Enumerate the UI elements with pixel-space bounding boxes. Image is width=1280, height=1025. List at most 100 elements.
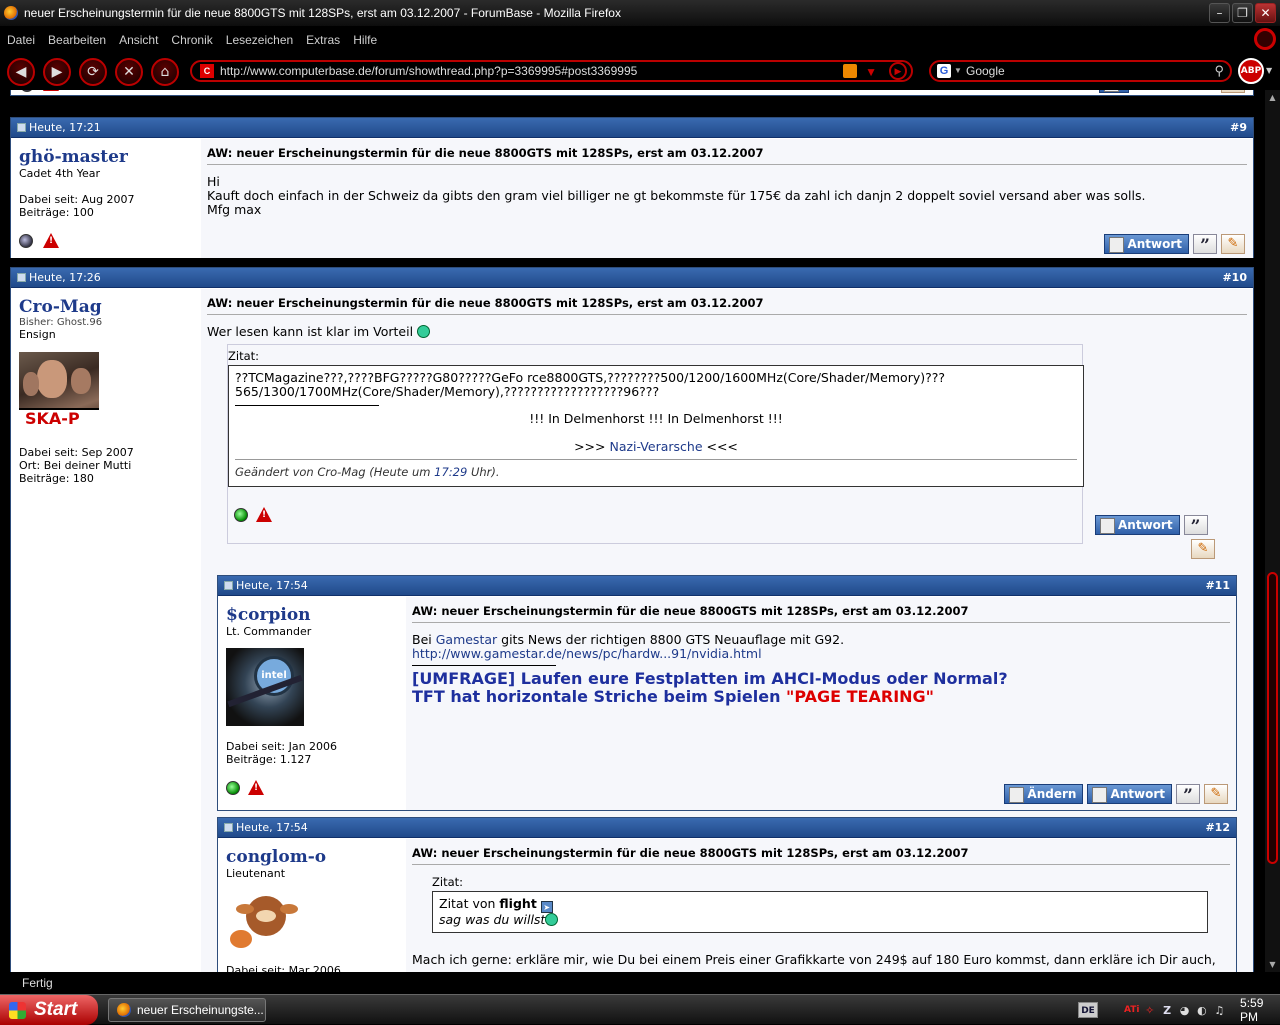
acrobat-icon[interactable]: ✧ [1143, 1003, 1156, 1018]
post-header: Heute, 17:21 #9 [11, 118, 1253, 138]
status-text: Fertig [22, 976, 53, 990]
quote-icon[interactable]: ” [1183, 515, 1208, 537]
page-viewport: ✎ Heute, 17:21 #9 ghö-master Cadet 4th Y… [0, 90, 1265, 972]
quote-icon[interactable]: ” [1176, 784, 1200, 806]
gamestar-link[interactable]: Gamestar [436, 632, 497, 647]
report-post-icon[interactable] [256, 507, 272, 522]
post-text: Mach ich gerne: erkläre mir, wie Du bei … [412, 952, 1216, 967]
scroll-up-icon[interactable]: ▲ [1265, 90, 1280, 105]
post-title: AW: neuer Erscheinungstermin für die neu… [207, 146, 1247, 165]
reply-button[interactable] [1099, 90, 1129, 93]
menu-datei[interactable]: Datei [7, 33, 35, 47]
language-indicator[interactable]: DE [1078, 1002, 1098, 1018]
menu-ansicht[interactable]: Ansicht [119, 33, 158, 47]
adblock-dropdown-icon[interactable]: ▼ [1266, 66, 1272, 75]
close-button[interactable]: ✕ [1255, 3, 1276, 23]
vertical-scrollbar[interactable]: ▲ ▼ [1265, 90, 1280, 972]
user-avatar[interactable]: SKA-P [19, 352, 99, 432]
taskbar-item-firefox[interactable]: neuer Erscheinungste... [108, 998, 266, 1022]
window-title: neuer Erscheinungstermin für die neue 88… [24, 6, 621, 20]
engine-dropdown-icon[interactable]: ▼ [954, 62, 962, 80]
post-number[interactable]: #12 [1205, 818, 1230, 838]
signature-link[interactable]: [UMFRAGE] Laufen eure Festplatten im AHC… [412, 670, 1230, 688]
maximize-button[interactable]: ❐ [1232, 3, 1253, 23]
post-number[interactable]: #9 [1230, 118, 1247, 138]
signature-divider [412, 665, 556, 666]
menu-chronik[interactable]: Chronik [171, 33, 212, 47]
user-avatar[interactable]: intel [226, 648, 304, 726]
user-join-date: Dabei seit: Mar 2006 [226, 964, 341, 972]
zonealarm-icon[interactable]: Z [1160, 1003, 1173, 1018]
quote-box: Zitat von flight ➤ sag was du willst [432, 891, 1208, 933]
menu-bearbeiten[interactable]: Bearbeiten [48, 33, 106, 47]
signature-highlight[interactable]: "PAGE TEARING" [786, 687, 934, 706]
report-post-icon[interactable] [43, 90, 59, 91]
scrollbar-thumb[interactable] [1267, 572, 1278, 864]
windows-logo-icon [9, 1002, 26, 1019]
post-icon [17, 123, 26, 132]
post-date: Heute, 17:21 [29, 121, 101, 134]
menu-extras[interactable]: Extras [306, 33, 340, 47]
reply-button[interactable]: Antwort [1095, 515, 1180, 535]
start-button[interactable]: Start [0, 995, 98, 1025]
throbber-icon [1254, 28, 1276, 50]
quote-from: Zitat von [439, 896, 500, 911]
search-input[interactable]: Google [966, 64, 1005, 78]
url-bar[interactable]: C http://www.computerbase.de/forum/showt… [190, 60, 913, 82]
username[interactable]: $corpion [226, 605, 400, 625]
volume-icon[interactable]: ♫ [1213, 1003, 1226, 1018]
menu-hilfe[interactable]: Hilfe [353, 33, 377, 47]
reload-icon[interactable]: ⟳ [79, 58, 107, 86]
post-number[interactable]: #10 [1222, 268, 1247, 288]
username[interactable]: Cro-Mag [19, 297, 193, 317]
stop-icon[interactable]: ✕ [115, 58, 143, 86]
network-icon[interactable]: ◕ [1178, 1003, 1191, 1018]
multiquote-icon[interactable]: ✎ [1204, 784, 1228, 804]
clock[interactable]: 5:59 PM [1240, 996, 1280, 1024]
scroll-down-icon[interactable]: ▼ [1265, 957, 1280, 972]
ati-icon[interactable]: ATi [1124, 1003, 1140, 1018]
post-header: Heute, 17:54 #11 [218, 576, 1236, 596]
multiquote-icon[interactable]: ✎ [1191, 539, 1215, 559]
offline-status-icon [19, 233, 33, 248]
post-icon [17, 273, 26, 282]
post-text: Wer lesen kann ist klar im Vorteil [207, 324, 414, 339]
url-text[interactable]: http://www.computerbase.de/forum/showthr… [220, 64, 637, 78]
user-info: conglom-o Lieutenant Dabei seit: Mar 200… [218, 839, 408, 972]
report-post-icon[interactable] [43, 233, 59, 248]
report-post-icon[interactable] [248, 780, 264, 795]
post-title: AW: neuer Erscheinungstermin für die neu… [207, 296, 1247, 315]
adblock-plus-icon[interactable]: ABP [1238, 58, 1264, 84]
edit-button[interactable]: Ändern [1004, 784, 1084, 804]
previous-post-remnant: ✎ [10, 90, 1254, 96]
quote-icon[interactable]: ” [1193, 234, 1217, 256]
forward-arrow-icon[interactable]: ▶ [43, 58, 71, 86]
go-arrow-icon[interactable]: ▶ [889, 62, 907, 80]
multiquote-icon[interactable]: ✎ [1221, 90, 1245, 93]
reply-button[interactable]: Antwort [1087, 784, 1172, 804]
username[interactable]: conglom-o [226, 847, 400, 867]
user-avatar[interactable] [226, 890, 304, 950]
security-icon[interactable]: ◐ [1195, 1003, 1208, 1018]
post-date: Heute, 17:54 [236, 821, 308, 834]
google-engine-icon[interactable]: G [937, 64, 951, 78]
post-number[interactable]: #11 [1205, 576, 1230, 596]
url-dropdown-icon[interactable]: ▼ [865, 63, 877, 81]
online-status-icon [226, 780, 240, 795]
rss-feed-icon[interactable] [843, 64, 857, 78]
signature-link[interactable]: TFT hat horizontale Striche beim Spielen [412, 687, 786, 706]
search-icon[interactable]: ⚲ [1214, 62, 1224, 80]
post-date: Heute, 17:26 [29, 271, 101, 284]
minimize-button[interactable]: – [1209, 3, 1230, 23]
menu-lesezeichen[interactable]: Lesezeichen [226, 33, 293, 47]
username[interactable]: ghö-master [19, 147, 193, 167]
user-info: ghö-master Cadet 4th Year Dabei seit: Au… [11, 139, 201, 258]
search-bar[interactable]: G ▼ Google ⚲ [929, 60, 1232, 82]
signature-link[interactable]: Nazi-Verarsche [609, 439, 702, 454]
back-arrow-icon[interactable]: ◀ [7, 58, 35, 86]
news-link[interactable]: http://www.gamestar.de/news/pc/hardw...9… [412, 647, 1230, 661]
home-icon[interactable]: ⌂ [151, 58, 179, 86]
multiquote-icon[interactable]: ✎ [1221, 234, 1245, 254]
reply-button[interactable]: Antwort [1104, 234, 1189, 254]
edit-time: 17:29 [434, 465, 468, 479]
